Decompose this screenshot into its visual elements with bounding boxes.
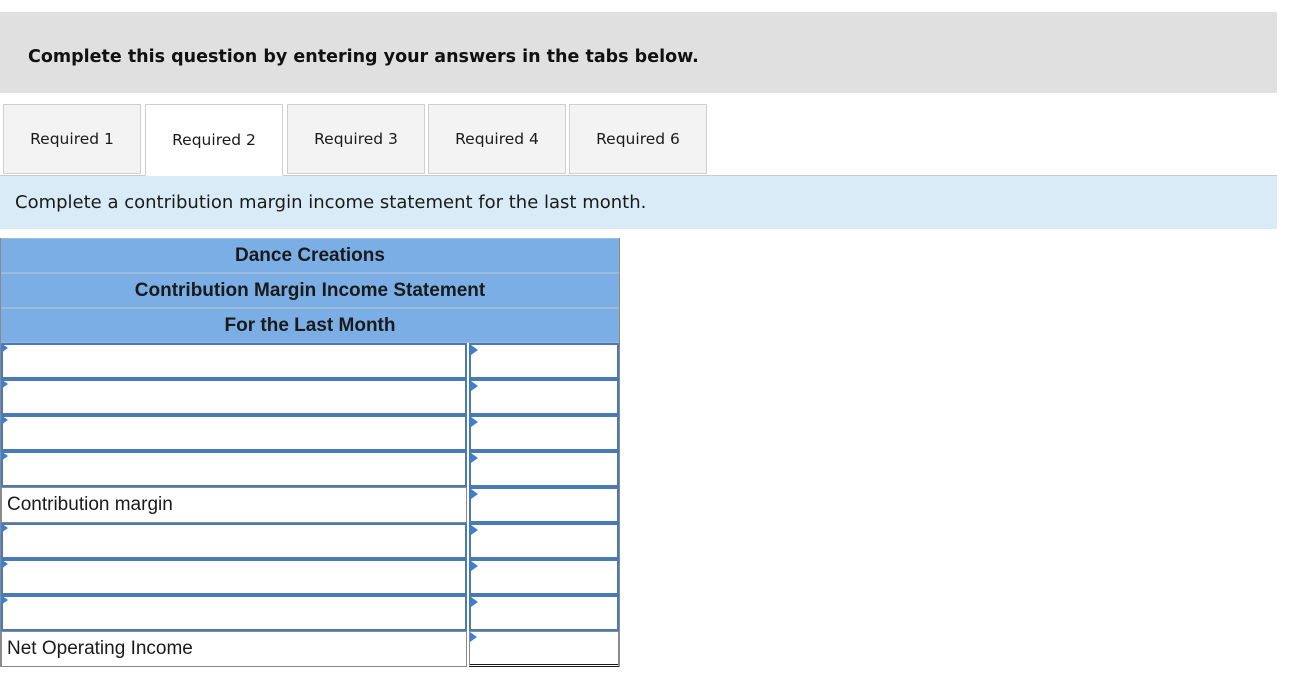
row-1-label-input[interactable] [1, 343, 467, 379]
row-7-label-marker-icon [1, 559, 8, 569]
row-4-label-input[interactable] [1, 451, 467, 487]
row-6-amount-marker-icon [471, 525, 478, 535]
tab-required-2[interactable]: Required 2 [145, 104, 283, 176]
statement-row-3 [1, 415, 619, 451]
tab-required-4[interactable]: Required 4 [428, 104, 566, 174]
row-6-label-input[interactable] [1, 523, 467, 559]
net-operating-income-row: Net Operating Income [1, 631, 619, 667]
instructions-text: Complete this question by entering your … [28, 47, 699, 67]
net-operating-income-label: Net Operating Income [1, 631, 467, 667]
row-4-amount-marker-icon [471, 453, 478, 463]
row-4-label-marker-icon [1, 451, 8, 461]
prompt-text: Complete a contribution margin income st… [15, 192, 647, 213]
row-8-label-input[interactable] [1, 595, 467, 631]
row-1-amount-input[interactable] [469, 343, 619, 379]
row-1-label-marker-icon [1, 343, 8, 353]
row-6-label-marker-icon [1, 523, 8, 533]
row-6-amount-input[interactable] [469, 523, 619, 559]
row-7-amount-input[interactable] [469, 559, 619, 595]
instructions-banner: Complete this question by entering your … [0, 12, 1277, 93]
net-operating-income-amount-input[interactable] [469, 631, 619, 667]
row-7-amount-marker-icon [471, 561, 478, 571]
statement-row-2 [1, 379, 619, 415]
contribution-margin-label: Contribution margin [1, 487, 467, 523]
contribution-margin-row: Contribution margin [1, 487, 619, 523]
tab-required-6[interactable]: Required 6 [569, 104, 707, 174]
statement-period-header: For the Last Month [1, 308, 619, 343]
tab-required-1[interactable]: Required 1 [3, 104, 141, 174]
row-1-amount-marker-icon [471, 345, 478, 355]
row-8-amount-marker-icon [471, 597, 478, 607]
row-2-amount-input[interactable] [469, 379, 619, 415]
tab-required-3[interactable]: Required 3 [287, 104, 425, 174]
row-3-amount-marker-icon [471, 417, 478, 427]
net-operating-income-marker-icon [470, 632, 477, 642]
statement-row-4 [1, 451, 619, 487]
row-4-amount-input[interactable] [469, 451, 619, 487]
row-3-label-marker-icon [1, 415, 8, 425]
row-3-label-input[interactable] [1, 415, 467, 451]
row-2-label-input[interactable] [1, 379, 467, 415]
company-name-header: Dance Creations [1, 238, 619, 273]
question-prompt: Complete a contribution margin income st… [0, 176, 1277, 229]
statement-title-header: Contribution Margin Income Statement [1, 273, 619, 308]
row-3-amount-input[interactable] [469, 415, 619, 451]
contribution-margin-marker-icon [471, 489, 478, 499]
statement-row-8 [1, 595, 619, 631]
tab-bar: Required 1 Required 2 Required 3 Require… [0, 104, 1277, 176]
row-8-amount-input[interactable] [469, 595, 619, 631]
row-2-amount-marker-icon [471, 381, 478, 391]
statement-row-7 [1, 559, 619, 595]
row-7-label-input[interactable] [1, 559, 467, 595]
statement-row-1 [1, 343, 619, 379]
statement-row-6 [1, 523, 619, 559]
row-2-label-marker-icon [1, 379, 8, 389]
income-statement-table: Dance Creations Contribution Margin Inco… [0, 238, 620, 667]
contribution-margin-amount-input[interactable] [469, 487, 619, 523]
row-8-label-marker-icon [1, 595, 8, 605]
